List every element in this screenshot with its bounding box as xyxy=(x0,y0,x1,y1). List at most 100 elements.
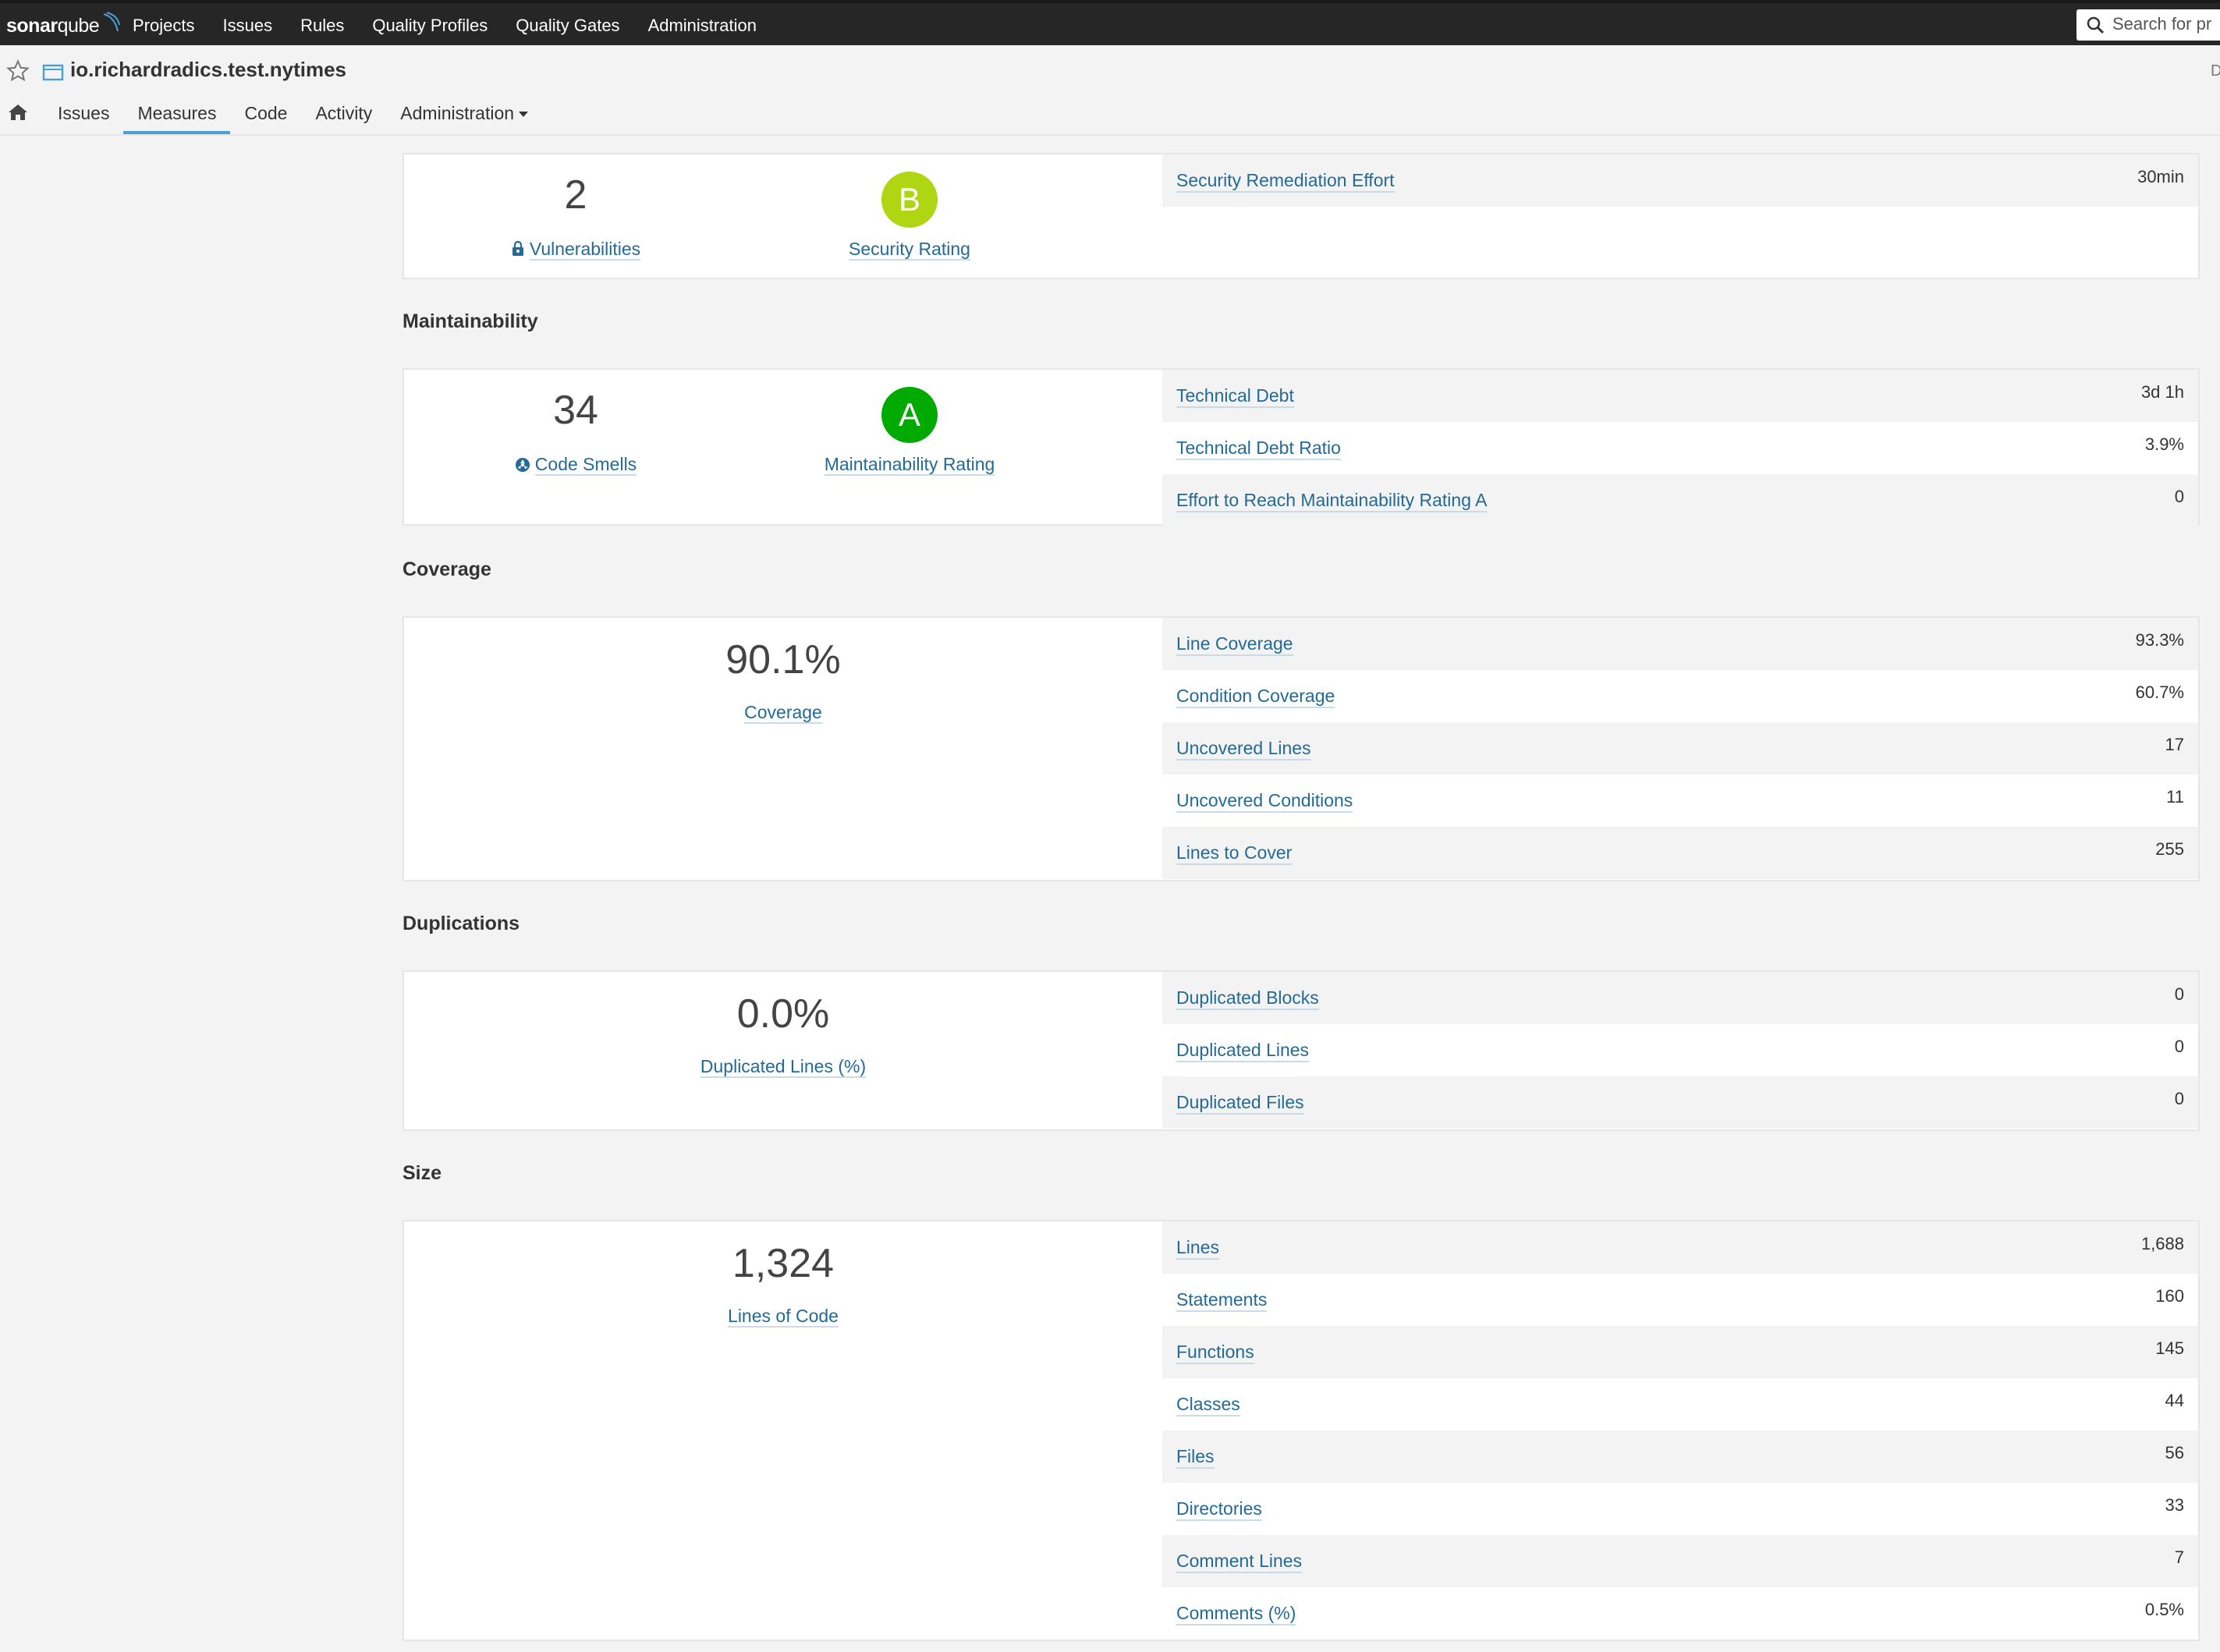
chevron-down-icon xyxy=(519,112,529,118)
size-panel: 1,324 Lines of Code Lines 1,688 Statemen… xyxy=(403,1220,2200,1641)
coverage-value[interactable]: 90.1% xyxy=(404,636,1162,683)
measure-row: Comments (%) 0.5% xyxy=(1162,1587,2198,1640)
security-measures: Security Remediation Effort 30min xyxy=(1162,154,2198,207)
measure-label[interactable]: Statements xyxy=(1176,1289,1268,1312)
project-name[interactable]: io.richardradics.test.nytimes xyxy=(70,56,346,83)
measure-label[interactable]: Files xyxy=(1176,1446,1215,1469)
measure-row: Duplicated Files 0 xyxy=(1162,1076,2198,1129)
measure-label[interactable]: Line Coverage xyxy=(1176,633,1293,656)
measure-value: 0.5% xyxy=(2144,1600,2184,1619)
security-rating-link[interactable]: Security Rating xyxy=(794,239,1025,261)
vulnerabilities-label[interactable]: Vulnerabilities xyxy=(529,239,641,261)
code-smells-value[interactable]: 34 xyxy=(404,387,747,434)
measure-value: 33 xyxy=(2165,1495,2184,1515)
measure-label[interactable]: Duplicated Files xyxy=(1176,1092,1304,1115)
tab-issues[interactable]: Issues xyxy=(44,92,123,134)
section-title-duplications: Duplications xyxy=(403,913,520,934)
security-rating-label[interactable]: Security Rating xyxy=(849,239,970,261)
nav-quality-profiles[interactable]: Quality Profiles xyxy=(372,3,488,45)
measure-label[interactable]: Duplicated Lines xyxy=(1176,1040,1310,1062)
measure-value: 3.9% xyxy=(2144,434,2184,454)
nav-projects[interactable]: Projects xyxy=(133,3,194,45)
measure-value: 145 xyxy=(2155,1338,2184,1358)
search-input[interactable] xyxy=(2112,12,2220,36)
measure-label[interactable]: Lines xyxy=(1176,1237,1219,1260)
tab-activity[interactable]: Activity xyxy=(301,92,386,134)
code-smells-label[interactable]: Code Smells xyxy=(534,454,637,476)
duplicated-lines-density-value[interactable]: 0.0% xyxy=(404,991,1162,1037)
measure-label[interactable]: Condition Coverage xyxy=(1176,686,1335,708)
vulnerabilities-link[interactable]: Vulnerabilities xyxy=(404,239,747,261)
tab-administration-label: Administration xyxy=(400,103,515,123)
section-title-size: Size xyxy=(403,1162,442,1184)
measure-row: Files 56 xyxy=(1162,1430,2198,1483)
measure-value: 0 xyxy=(2174,1037,2184,1056)
measure-label[interactable]: Classes xyxy=(1176,1394,1240,1416)
measure-value: 11 xyxy=(2166,787,2184,807)
measure-row: Duplicated Blocks 0 xyxy=(1162,972,2198,1024)
duplications-measures: Duplicated Blocks 0 Duplicated Lines 0 D… xyxy=(1162,972,2198,1129)
coverage-label[interactable]: Coverage xyxy=(744,702,822,724)
sonarqube-logo[interactable]: sonarqube xyxy=(6,8,121,44)
global-menu: Projects Issues Rules Quality Profiles Q… xyxy=(133,3,785,45)
nav-quality-gates[interactable]: Quality Gates xyxy=(516,3,619,45)
size-summary: 1,324 Lines of Code xyxy=(404,1221,1162,1640)
measure-row: Classes 44 xyxy=(1162,1378,2198,1430)
measure-value: 93.3% xyxy=(2135,630,2184,650)
favorite-star-icon[interactable] xyxy=(6,59,30,83)
duplicated-lines-density-link[interactable]: Duplicated Lines (%) xyxy=(404,1056,1162,1078)
security-panel: 2 Vulnerabilities B Security Rating Secu… xyxy=(403,153,2200,279)
coverage-measures: Line Coverage 93.3% Condition Coverage 6… xyxy=(1162,618,2198,879)
measure-row: Lines to Cover 255 xyxy=(1162,827,2198,879)
maintainability-rating-badge[interactable]: A xyxy=(881,387,938,443)
measure-value: 160 xyxy=(2155,1286,2184,1306)
project-qualifier-icon xyxy=(42,64,64,81)
coverage-link[interactable]: Coverage xyxy=(404,702,1162,724)
global-navbar: sonarqube Projects Issues Rules Quality … xyxy=(0,0,2220,45)
security-rating-badge[interactable]: B xyxy=(881,172,938,228)
tab-measures[interactable]: Measures xyxy=(123,92,231,134)
duplications-summary: 0.0% Duplicated Lines (%) xyxy=(404,972,1162,1129)
logo-wave-icon xyxy=(103,12,121,32)
logo-text-bold: sonar xyxy=(6,15,58,37)
nav-issues[interactable]: Issues xyxy=(222,3,272,45)
measure-row: Duplicated Lines 0 xyxy=(1162,1024,2198,1076)
coverage-panel: 90.1% Coverage Line Coverage 93.3% Condi… xyxy=(403,616,2200,881)
duplicated-lines-density-label[interactable]: Duplicated Lines (%) xyxy=(700,1056,867,1078)
measure-value: 0 xyxy=(2174,984,2184,1004)
measure-label[interactable]: Comments (%) xyxy=(1176,1603,1296,1625)
maintainability-panel: 34 Code Smells A Maintainability Rating … xyxy=(403,368,2200,526)
measure-label[interactable]: Directories xyxy=(1176,1498,1262,1521)
measure-label[interactable]: Comment Lines xyxy=(1176,1551,1303,1573)
measure-label[interactable]: Technical Debt xyxy=(1176,385,1294,408)
tab-administration[interactable]: Administration xyxy=(386,92,542,134)
search-icon xyxy=(2087,16,2105,34)
measure-value: 3d 1h xyxy=(2140,382,2184,402)
code-smells-link[interactable]: Code Smells xyxy=(404,454,747,476)
measure-label[interactable]: Technical Debt Ratio xyxy=(1176,438,1341,460)
nav-administration[interactable]: Administration xyxy=(648,3,757,45)
component-navbar: io.richardradics.test.nytimes D Issues M… xyxy=(0,45,2220,136)
tab-code[interactable]: Code xyxy=(230,92,301,134)
measure-label[interactable]: Lines to Cover xyxy=(1176,842,1293,865)
measure-label[interactable]: Uncovered Lines xyxy=(1176,738,1311,760)
lines-of-code-label[interactable]: Lines of Code xyxy=(728,1306,839,1328)
vulnerabilities-value[interactable]: 2 xyxy=(404,172,747,218)
lines-of-code-link[interactable]: Lines of Code xyxy=(404,1306,1162,1328)
measure-label[interactable]: Functions xyxy=(1176,1342,1254,1364)
maintainability-rating-label[interactable]: Maintainability Rating xyxy=(824,454,995,476)
measure-label[interactable]: Security Remediation Effort xyxy=(1176,170,1395,193)
maintainability-rating-link[interactable]: Maintainability Rating xyxy=(794,454,1025,476)
measure-value: 56 xyxy=(2165,1443,2184,1462)
measure-label[interactable]: Duplicated Blocks xyxy=(1176,987,1319,1010)
measure-label[interactable]: Effort to Reach Maintainability Rating A xyxy=(1176,490,1488,512)
home-icon[interactable] xyxy=(8,103,28,122)
lines-of-code-value[interactable]: 1,324 xyxy=(404,1240,1162,1287)
measure-label[interactable]: Uncovered Conditions xyxy=(1176,790,1353,813)
maintainability-summary: 34 Code Smells A Maintainability Rating xyxy=(404,370,1162,524)
measure-value: 17 xyxy=(2165,735,2184,754)
nav-rules[interactable]: Rules xyxy=(300,3,344,45)
global-search[interactable] xyxy=(2076,9,2220,41)
measure-row: Directories 33 xyxy=(1162,1483,2198,1535)
code-smell-icon xyxy=(515,458,530,472)
